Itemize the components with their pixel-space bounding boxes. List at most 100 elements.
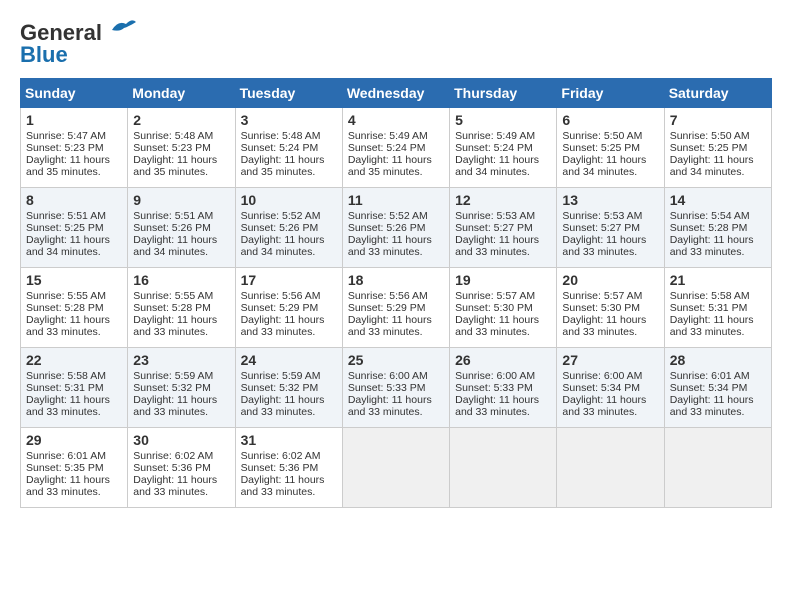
day-info: Sunset: 5:34 PM (562, 382, 658, 394)
day-info: and 33 minutes. (241, 406, 337, 418)
day-info: and 33 minutes. (670, 406, 766, 418)
day-info: Sunrise: 5:50 AM (562, 130, 658, 142)
day-header-monday: Monday (128, 79, 235, 108)
day-info: Sunset: 5:24 PM (348, 142, 444, 154)
day-info: and 33 minutes. (562, 246, 658, 258)
day-info: Sunrise: 5:53 AM (455, 210, 551, 222)
day-info: and 34 minutes. (241, 246, 337, 258)
day-info: Daylight: 11 hours (562, 234, 658, 246)
day-info: Daylight: 11 hours (670, 234, 766, 246)
day-number: 3 (241, 112, 337, 128)
day-info: Daylight: 11 hours (26, 314, 122, 326)
day-info: and 33 minutes. (26, 326, 122, 338)
day-info: Sunset: 5:25 PM (670, 142, 766, 154)
day-info: Sunrise: 5:59 AM (133, 370, 229, 382)
day-info: and 35 minutes. (348, 166, 444, 178)
day-info: and 33 minutes. (241, 486, 337, 498)
calendar-cell: 15Sunrise: 5:55 AMSunset: 5:28 PMDayligh… (21, 268, 128, 348)
day-info: and 33 minutes. (348, 326, 444, 338)
day-number: 4 (348, 112, 444, 128)
day-info: Sunrise: 5:52 AM (348, 210, 444, 222)
day-header-tuesday: Tuesday (235, 79, 342, 108)
day-info: Sunset: 5:35 PM (26, 462, 122, 474)
day-header-wednesday: Wednesday (342, 79, 449, 108)
day-info: and 35 minutes. (241, 166, 337, 178)
day-info: Daylight: 11 hours (455, 394, 551, 406)
day-info: Sunrise: 5:49 AM (455, 130, 551, 142)
day-info: Sunrise: 5:48 AM (133, 130, 229, 142)
day-info: Daylight: 11 hours (26, 154, 122, 166)
calendar-cell: 1Sunrise: 5:47 AMSunset: 5:23 PMDaylight… (21, 108, 128, 188)
day-info: Sunset: 5:25 PM (26, 222, 122, 234)
day-info: Sunset: 5:26 PM (133, 222, 229, 234)
day-info: Daylight: 11 hours (562, 394, 658, 406)
calendar-cell (342, 428, 449, 508)
day-info: and 34 minutes. (562, 166, 658, 178)
day-info: Daylight: 11 hours (26, 474, 122, 486)
day-header-saturday: Saturday (664, 79, 771, 108)
calendar-cell: 28 Sunrise: 6:01 AMSunset: 5:34 PMDayligh… (664, 348, 771, 428)
day-info: Daylight: 11 hours (133, 474, 229, 486)
day-number: 13 (562, 192, 658, 208)
day-info: Sunrise: 5:53 AM (562, 210, 658, 222)
day-number: 7 (670, 112, 766, 128)
calendar-cell: 9Sunrise: 5:51 AMSunset: 5:26 PMDaylight… (128, 188, 235, 268)
day-info: Sunrise: 5:56 AM (241, 290, 337, 302)
day-number: 10 (241, 192, 337, 208)
day-number: 11 (348, 192, 444, 208)
day-info: Sunrise: 5:57 AM (562, 290, 658, 302)
day-info: Daylight: 11 hours (670, 154, 766, 166)
day-info: Sunset: 5:33 PM (348, 382, 444, 394)
day-info: Sunset: 5:27 PM (455, 222, 551, 234)
day-header-friday: Friday (557, 79, 664, 108)
day-info: and 33 minutes. (670, 326, 766, 338)
calendar-cell: 26Sunrise: 6:00 AMSunset: 5:33 PMDayligh… (450, 348, 557, 428)
day-number: 28 (670, 352, 766, 368)
day-info: Sunset: 5:32 PM (241, 382, 337, 394)
day-info: and 35 minutes. (26, 166, 122, 178)
day-info: Sunset: 5:29 PM (348, 302, 444, 314)
day-info: Sunset: 5:34 PM (670, 382, 766, 394)
day-number: 19 (455, 272, 551, 288)
day-number: 22 (26, 352, 122, 368)
day-info: and 33 minutes. (26, 406, 122, 418)
day-info: Sunrise: 6:02 AM (241, 450, 337, 462)
day-info: and 33 minutes. (562, 406, 658, 418)
day-number: 18 (348, 272, 444, 288)
day-number: 25 (348, 352, 444, 368)
calendar-cell: 18Sunrise: 5:56 AMSunset: 5:29 PMDayligh… (342, 268, 449, 348)
day-info: and 34 minutes. (26, 246, 122, 258)
calendar-cell: 13 Sunrise: 5:53 AMSunset: 5:27 PMDayligh… (557, 188, 664, 268)
calendar-cell: 30Sunrise: 6:02 AMSunset: 5:36 PMDayligh… (128, 428, 235, 508)
day-number: 17 (241, 272, 337, 288)
day-number: 1 (26, 112, 122, 128)
day-info: Sunset: 5:24 PM (455, 142, 551, 154)
page-header: General Blue (20, 20, 772, 68)
day-number: 2 (133, 112, 229, 128)
day-info: Daylight: 11 hours (348, 154, 444, 166)
day-info: Sunset: 5:25 PM (562, 142, 658, 154)
day-info: Daylight: 11 hours (348, 314, 444, 326)
day-info: Sunset: 5:33 PM (455, 382, 551, 394)
day-info: Daylight: 11 hours (455, 154, 551, 166)
day-info: and 33 minutes. (133, 406, 229, 418)
week-row-5: 29Sunrise: 6:01 AMSunset: 5:35 PMDayligh… (21, 428, 772, 508)
week-row-3: 15Sunrise: 5:55 AMSunset: 5:28 PMDayligh… (21, 268, 772, 348)
day-info: Daylight: 11 hours (670, 314, 766, 326)
day-info: Sunset: 5:30 PM (562, 302, 658, 314)
calendar-cell (557, 428, 664, 508)
day-info: Sunset: 5:26 PM (241, 222, 337, 234)
day-info: Sunset: 5:28 PM (133, 302, 229, 314)
day-info: Daylight: 11 hours (241, 314, 337, 326)
day-info: Sunrise: 6:01 AM (670, 370, 766, 382)
day-info: Sunrise: 5:47 AM (26, 130, 122, 142)
day-info: Daylight: 11 hours (670, 394, 766, 406)
logo: General Blue (20, 20, 136, 68)
calendar-cell: 17Sunrise: 5:56 AMSunset: 5:29 PMDayligh… (235, 268, 342, 348)
day-number: 5 (455, 112, 551, 128)
day-info: and 33 minutes. (455, 246, 551, 258)
day-info: and 33 minutes. (241, 326, 337, 338)
day-info: Daylight: 11 hours (241, 394, 337, 406)
day-info: Sunset: 5:27 PM (562, 222, 658, 234)
calendar-cell: 6Sunrise: 5:50 AMSunset: 5:25 PMDaylight… (557, 108, 664, 188)
